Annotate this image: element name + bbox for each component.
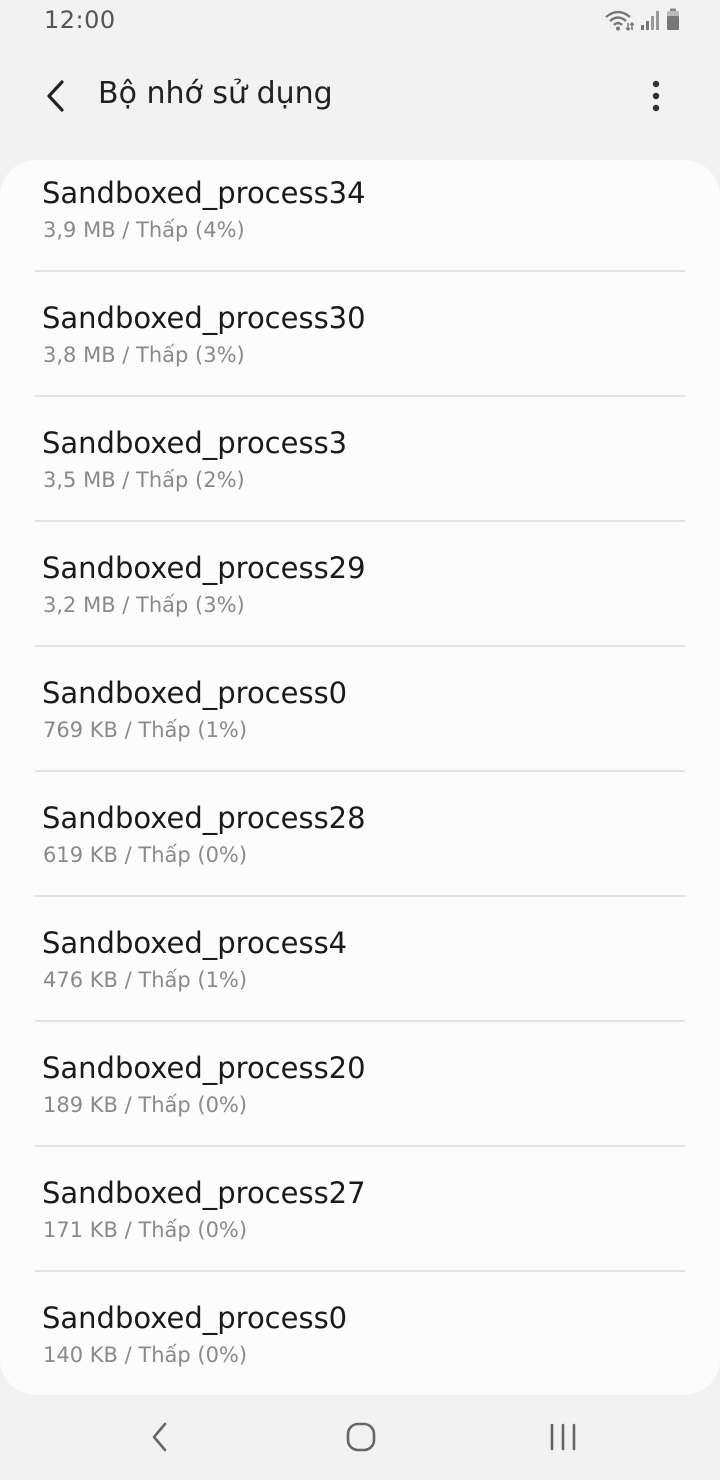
divider (35, 895, 685, 897)
list-item[interactable]: Sandboxed_process3 3,5 MB / Thấp (2%) (0, 410, 720, 535)
more-options-button[interactable] (628, 70, 684, 126)
status-time: 12:00 (44, 6, 116, 34)
app-header: Bộ nhớ sử dụng (0, 50, 720, 140)
list-item[interactable]: Sandboxed_process29 3,2 MB / Thấp (3%) (0, 535, 720, 660)
process-memory: 3,8 MB / Thấp (3%) (43, 343, 245, 367)
process-name: Sandboxed_process34 (42, 176, 366, 210)
process-memory: 3,5 MB / Thấp (2%) (43, 468, 245, 492)
process-memory: 769 KB / Thấp (1%) (43, 718, 248, 742)
process-name: Sandboxed_process28 (42, 801, 366, 835)
list-item[interactable]: Sandboxed_process0 140 KB / Thấp (0%) (0, 1285, 720, 1395)
process-memory: 476 KB / Thấp (1%) (43, 968, 248, 992)
list-item[interactable]: Sandboxed_process28 619 KB / Thấp (0%) (0, 785, 720, 910)
nav-recents-icon (548, 1423, 578, 1455)
process-name: Sandboxed_process29 (42, 551, 366, 585)
process-memory: 171 KB / Thấp (0%) (43, 1218, 248, 1242)
process-memory: 140 KB / Thấp (0%) (43, 1343, 248, 1367)
process-name: Sandboxed_process0 (42, 1301, 348, 1335)
divider (35, 770, 685, 772)
list-item[interactable]: Sandboxed_process0 769 KB / Thấp (1%) (0, 660, 720, 785)
status-icons (604, 8, 680, 32)
divider (35, 1020, 685, 1022)
nav-back-icon (150, 1421, 170, 1457)
page-title: Bộ nhớ sử dụng (98, 76, 333, 111)
nav-back-button[interactable] (130, 1414, 190, 1464)
more-vertical-icon (651, 80, 661, 116)
nav-home-icon (346, 1422, 376, 1456)
process-name: Sandboxed_process3 (42, 426, 348, 460)
divider (35, 270, 685, 272)
navigation-bar (0, 1400, 720, 1480)
process-name: Sandboxed_process30 (42, 301, 366, 335)
process-memory: 3,9 MB / Thấp (4%) (43, 218, 245, 242)
wifi-icon (604, 8, 634, 32)
process-list: Sandboxed_process34 3,9 MB / Thấp (4%) S… (0, 160, 720, 1395)
screen: 12:00 Bộ nhớ sử dụng Sandboxed_process34… (0, 0, 720, 1480)
list-item[interactable]: Sandboxed_process27 171 KB / Thấp (0%) (0, 1160, 720, 1285)
process-name: Sandboxed_process27 (42, 1176, 366, 1210)
process-memory: 3,2 MB / Thấp (3%) (43, 593, 245, 617)
divider (35, 1270, 685, 1272)
process-memory: 189 KB / Thấp (0%) (43, 1093, 248, 1117)
battery-icon (666, 8, 680, 32)
divider (35, 645, 685, 647)
process-name: Sandboxed_process0 (42, 676, 348, 710)
back-arrow-icon (44, 79, 68, 117)
divider (35, 395, 685, 397)
list-item[interactable]: Sandboxed_process4 476 KB / Thấp (1%) (0, 910, 720, 1035)
process-name: Sandboxed_process20 (42, 1051, 366, 1085)
divider (35, 520, 685, 522)
list-item[interactable]: Sandboxed_process34 3,9 MB / Thấp (4%) (0, 160, 720, 285)
list-item[interactable]: Sandboxed_process20 189 KB / Thấp (0%) (0, 1035, 720, 1160)
divider (35, 1145, 685, 1147)
signal-icon (640, 9, 660, 31)
nav-home-button[interactable] (331, 1414, 391, 1464)
process-name: Sandboxed_process4 (42, 926, 348, 960)
status-bar: 12:00 (0, 0, 720, 42)
back-button[interactable] (28, 70, 84, 126)
list-item[interactable]: Sandboxed_process30 3,8 MB / Thấp (3%) (0, 285, 720, 410)
process-memory: 619 KB / Thấp (0%) (43, 843, 248, 867)
nav-recents-button[interactable] (533, 1414, 593, 1464)
